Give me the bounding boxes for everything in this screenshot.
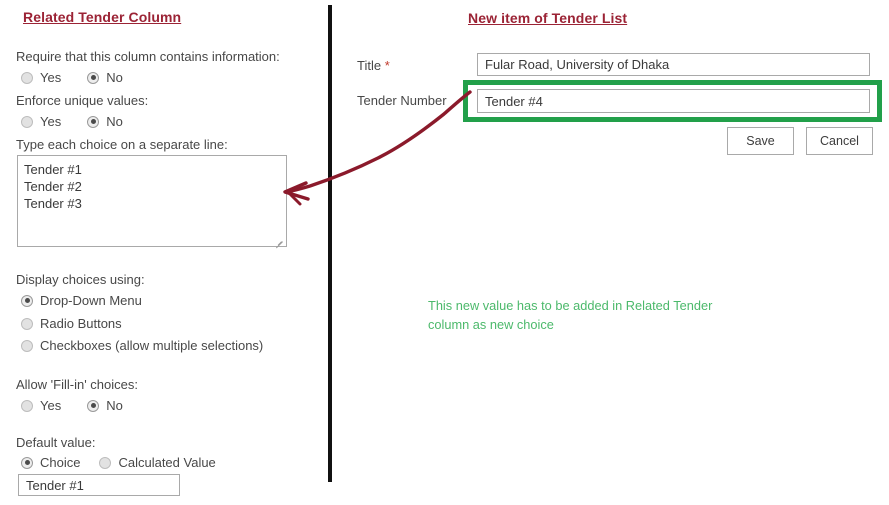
choices-textarea[interactable]: Tender #1 Tender #2 Tender #3 bbox=[17, 155, 287, 247]
radio-label: No bbox=[106, 114, 123, 129]
title-label-text: Title bbox=[357, 58, 382, 73]
choice-line: Tender #3 bbox=[24, 196, 82, 211]
radio-label: No bbox=[106, 398, 123, 413]
radio-icon[interactable] bbox=[21, 115, 33, 128]
enforce-unique-option-yes[interactable]: Yes bbox=[21, 114, 61, 129]
choice-line: Tender #2 bbox=[24, 179, 82, 194]
radio-selected-icon[interactable] bbox=[87, 115, 100, 128]
require-info-option-no[interactable]: No bbox=[87, 70, 123, 85]
display-choices-option-radio[interactable]: Radio Buttons bbox=[21, 316, 122, 331]
radio-label: Yes bbox=[40, 398, 62, 413]
radio-icon[interactable] bbox=[21, 399, 33, 412]
save-button[interactable]: Save bbox=[727, 127, 794, 155]
tender-number-input[interactable] bbox=[477, 89, 870, 113]
radio-label: Yes bbox=[40, 70, 62, 85]
enforce-unique-label: Enforce unique values: bbox=[16, 93, 149, 108]
default-value-label: Default value: bbox=[16, 435, 96, 450]
radio-label: No bbox=[106, 70, 123, 85]
choices-label: Type each choice on a separate line: bbox=[16, 137, 228, 152]
right-panel-heading: New item of Tender List bbox=[468, 10, 628, 26]
default-value-option-choice[interactable]: Choice bbox=[21, 455, 80, 470]
radio-label: Radio Buttons bbox=[40, 316, 122, 331]
radio-icon[interactable] bbox=[21, 71, 33, 84]
radio-selected-icon[interactable] bbox=[21, 294, 33, 307]
radio-label: Choice bbox=[40, 455, 81, 470]
enforce-unique-radio-group: Yes No bbox=[21, 114, 123, 129]
left-panel-heading: Related Tender Column bbox=[23, 9, 182, 25]
title-field-label: Title * bbox=[357, 58, 390, 73]
fill-in-option-yes[interactable]: Yes bbox=[21, 398, 61, 413]
radio-label: Calculated Value bbox=[118, 455, 216, 470]
annotation-note-text: This new value has to be added in Relate… bbox=[428, 298, 713, 332]
radio-icon[interactable] bbox=[21, 317, 33, 330]
radio-icon[interactable] bbox=[21, 339, 33, 352]
radio-label: Yes bbox=[40, 114, 62, 129]
display-choices-option-checkboxes[interactable]: Checkboxes (allow multiple selections) bbox=[21, 338, 263, 353]
enforce-unique-option-no[interactable]: No bbox=[87, 114, 123, 129]
default-value-radio-group: Choice Calculated Value bbox=[21, 455, 216, 470]
radio-label: Checkboxes (allow multiple selections) bbox=[40, 338, 264, 353]
required-asterisk-icon: * bbox=[384, 58, 390, 73]
fill-in-option-no[interactable]: No bbox=[87, 398, 123, 413]
display-choices-option-dropdown[interactable]: Drop-Down Menu bbox=[21, 293, 142, 308]
panel-divider-line bbox=[328, 5, 332, 482]
fill-in-radio-group: Yes No bbox=[21, 398, 123, 413]
screenshot-canvas: Related Tender Column Require that this … bbox=[0, 0, 889, 505]
title-input[interactable] bbox=[477, 53, 870, 76]
require-info-radio-group: Yes No bbox=[21, 70, 123, 85]
default-value-option-calculated[interactable]: Calculated Value bbox=[99, 455, 216, 470]
display-choices-label: Display choices using: bbox=[16, 272, 145, 287]
tender-number-field-label: Tender Number bbox=[357, 93, 447, 108]
choice-line: Tender #1 bbox=[24, 162, 82, 177]
radio-selected-icon[interactable] bbox=[21, 456, 33, 469]
radio-selected-icon[interactable] bbox=[87, 71, 100, 84]
radio-icon[interactable] bbox=[99, 456, 112, 469]
require-info-option-yes[interactable]: Yes bbox=[21, 70, 61, 85]
require-info-label: Require that this column contains inform… bbox=[16, 49, 280, 64]
fill-in-label: Allow 'Fill-in' choices: bbox=[16, 377, 138, 392]
default-value-input[interactable] bbox=[18, 474, 180, 496]
radio-label: Drop-Down Menu bbox=[40, 293, 142, 308]
radio-selected-icon[interactable] bbox=[87, 399, 100, 412]
cancel-button[interactable]: Cancel bbox=[806, 127, 873, 155]
